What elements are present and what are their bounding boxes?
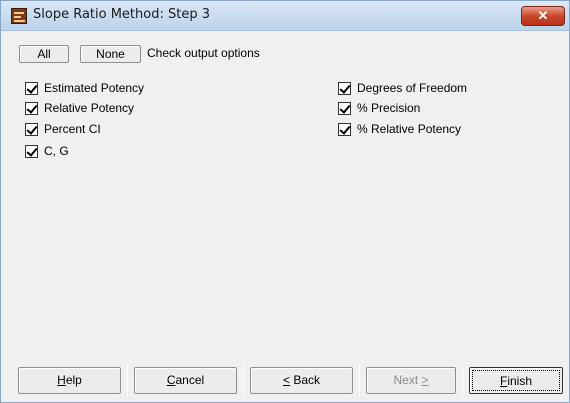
option-c-g[interactable]: C, G: [25, 144, 69, 160]
button-text: inish: [507, 374, 533, 388]
button-text: ancel: [175, 373, 205, 387]
button-text: Next: [393, 373, 422, 387]
option-percent-ci[interactable]: Percent CI: [25, 122, 101, 138]
checkbox-checked-icon[interactable]: [338, 102, 351, 115]
dialog-window: Slope Ratio Method: Step 3 ✕ All None Ch…: [0, 0, 570, 403]
title-bar[interactable]: Slope Ratio Method: Step 3 ✕: [1, 1, 569, 31]
option-label: Degrees of Freedom: [357, 81, 468, 95]
finish-button-focus: Finish: [472, 370, 560, 391]
select-none-button[interactable]: None: [80, 45, 141, 63]
separator: [462, 364, 463, 397]
help-button[interactable]: Help: [18, 367, 121, 394]
button-accelerator: H: [57, 373, 66, 387]
separator: [359, 364, 360, 397]
separator: [243, 364, 244, 397]
option-label: Estimated Potency: [44, 81, 145, 95]
checkbox-checked-icon[interactable]: [338, 123, 351, 136]
option-label: C, G: [44, 144, 69, 158]
finish-button[interactable]: Finish: [469, 367, 563, 394]
option-relative-potency[interactable]: Relative Potency: [25, 101, 134, 117]
checkbox-checked-icon[interactable]: [338, 82, 351, 95]
button-text: Back: [290, 373, 321, 387]
option-estimated-potency[interactable]: Estimated Potency: [25, 81, 144, 97]
select-all-button[interactable]: All: [19, 45, 69, 63]
next-button[interactable]: Next >: [366, 367, 456, 394]
checkbox-checked-icon[interactable]: [25, 123, 38, 136]
button-accelerator: >: [421, 373, 429, 387]
cancel-button[interactable]: Cancel: [134, 367, 237, 394]
option-label: % Relative Potency: [357, 122, 462, 136]
option-degrees-of-freedom[interactable]: Degrees of Freedom: [338, 81, 467, 97]
option-percent-relative-potency[interactable]: % Relative Potency: [338, 122, 461, 138]
button-accelerator: <: [282, 373, 290, 387]
separator: [127, 364, 128, 397]
button-text: elp: [65, 373, 82, 387]
back-button[interactable]: < Back: [250, 367, 353, 394]
checkbox-checked-icon[interactable]: [25, 145, 38, 158]
checkbox-checked-icon[interactable]: [25, 82, 38, 95]
window-title: Slope Ratio Method: Step 3: [33, 7, 210, 22]
option-label: % Precision: [357, 101, 421, 115]
close-icon: ✕: [537, 8, 549, 23]
checkbox-checked-icon[interactable]: [25, 102, 38, 115]
close-button[interactable]: ✕: [521, 6, 565, 26]
option-label: Relative Potency: [44, 101, 135, 115]
option-percent-precision[interactable]: % Precision: [338, 101, 420, 117]
check-options-label: Check output options: [147, 46, 260, 60]
option-label: Percent CI: [44, 122, 101, 136]
spreadsheet-app-icon: [11, 8, 27, 24]
